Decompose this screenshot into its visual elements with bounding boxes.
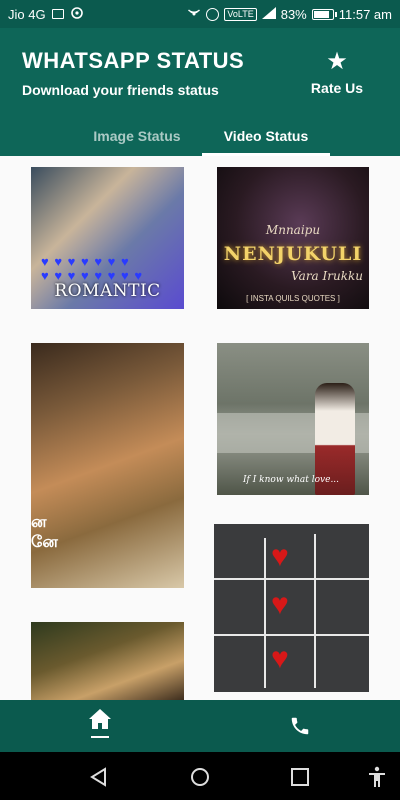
dnd-icon xyxy=(206,7,220,21)
chalk-line xyxy=(264,538,266,688)
video-grid: ♥ ♥ ♥ ♥ ♥ ♥ ♥ ♥ ♥ ♥ ♥ ♥ ♥ ♥ ♥ ROMANTIC Mn… xyxy=(0,156,400,700)
video-thumbnail[interactable] xyxy=(31,622,184,700)
phone-icon xyxy=(291,717,309,735)
clock: 11:57 am xyxy=(338,6,392,22)
thumbnail-caption: ன னே xyxy=(31,514,58,551)
volte-badge: VoLTE xyxy=(224,7,257,21)
thumbnail-caption: If I know what love... xyxy=(243,475,340,485)
app-subtitle: Download your friends status xyxy=(22,82,219,98)
thumbnail-caption: Vara Irukku xyxy=(291,269,363,283)
nav-call-button[interactable] xyxy=(274,708,326,744)
sync-notification-icon xyxy=(70,6,84,23)
heart-icon: ♥ xyxy=(271,642,289,675)
chalk-line xyxy=(214,634,369,636)
video-thumbnail[interactable]: If I know what love... xyxy=(217,343,369,495)
nav-active-indicator xyxy=(91,736,109,738)
thumbnail-credit: [ INSTA QUILS QUOTES ] xyxy=(246,294,340,303)
carrier-label: Jio 4G xyxy=(8,6,46,22)
video-thumbnail[interactable]: ன னே xyxy=(31,343,184,588)
circle-home-icon xyxy=(191,768,209,786)
thumbnail-title: NENJUKULI xyxy=(223,243,363,265)
heart-icon: ♥ xyxy=(271,540,289,573)
video-thumbnail[interactable]: ♥ ♥ ♥ xyxy=(214,524,369,692)
hearts-overlay: ♥ ♥ ♥ ♥ ♥ ♥ ♥ ♥ ♥ ♥ ♥ ♥ ♥ ♥ ♥ xyxy=(41,254,144,283)
battery-icon xyxy=(311,8,337,20)
home-system-button[interactable] xyxy=(187,764,213,790)
tab-video-status[interactable]: Video Status xyxy=(202,116,330,156)
gallery-notification-icon xyxy=(51,9,64,19)
system-nav-bar xyxy=(0,752,400,800)
chalk-line xyxy=(214,578,369,580)
chalk-line xyxy=(314,534,316,688)
thumbnail-caption: ROMANTIC xyxy=(54,281,161,301)
star-icon: ★ xyxy=(326,48,348,75)
bottom-nav xyxy=(0,700,400,752)
tab-image-status[interactable]: Image Status xyxy=(72,116,202,156)
video-thumbnail[interactable]: ♥ ♥ ♥ ♥ ♥ ♥ ♥ ♥ ♥ ♥ ♥ ♥ ♥ ♥ ♥ ROMANTIC xyxy=(31,167,184,309)
app-title: WHATSAPP STATUS xyxy=(22,48,245,73)
accessibility-icon xyxy=(369,766,385,787)
rate-us-label: Rate Us xyxy=(310,80,364,96)
status-bar: Jio 4G VoLTE 83% 11:57 am xyxy=(0,0,400,28)
square-recents-icon xyxy=(291,768,309,786)
accessibility-button[interactable] xyxy=(364,764,390,790)
back-button[interactable] xyxy=(86,764,112,790)
rate-us-button[interactable]: ★ Rate Us xyxy=(302,48,372,97)
video-thumbnail[interactable]: Mnnaipu NENJUKULI Vara Irukku [ INSTA QU… xyxy=(217,167,369,309)
home-icon xyxy=(89,709,111,729)
heart-icon: ♥ xyxy=(271,588,289,621)
app-header: WHATSAPP STATUS Download your friends st… xyxy=(0,28,400,156)
hotspot-icon xyxy=(187,6,201,23)
status-tabs: Image Status Video Status xyxy=(0,116,400,156)
back-icon xyxy=(90,767,106,787)
signal-icon xyxy=(261,6,276,22)
thumbnail-caption: Mnnaipu xyxy=(265,223,321,237)
nav-home-button[interactable] xyxy=(74,708,126,748)
battery-percent: 83% xyxy=(280,6,307,22)
recents-button[interactable] xyxy=(287,764,313,790)
